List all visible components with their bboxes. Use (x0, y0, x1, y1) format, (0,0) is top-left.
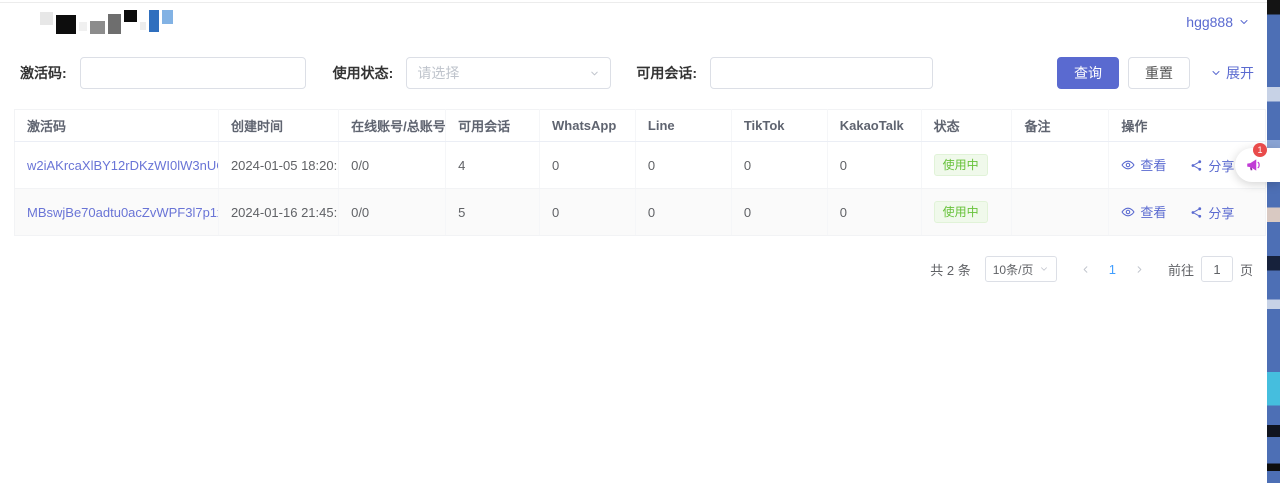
whatsapp-cell: 0 (540, 189, 636, 236)
app-logo (40, 10, 173, 34)
usage-status-label: 使用状态: (333, 63, 394, 83)
sessions-cell: 5 (446, 189, 540, 236)
tiktok-cell: 0 (731, 189, 827, 236)
tiktok-cell: 0 (731, 142, 827, 189)
eye-icon (1121, 158, 1135, 172)
col-created-time: 创建时间 (218, 110, 338, 142)
chevron-down-icon (1238, 16, 1250, 28)
line-cell: 0 (635, 189, 731, 236)
share-icon (1190, 206, 1203, 219)
chevron-down-icon (1039, 264, 1049, 274)
share-icon (1190, 159, 1203, 172)
col-tiktok: TikTok (731, 110, 827, 142)
view-button[interactable]: 查看 (1121, 155, 1166, 174)
line-cell: 0 (635, 142, 731, 189)
col-sessions: 可用会话 (446, 110, 540, 142)
notification-badge: 1 (1253, 143, 1267, 157)
page-unit-label: 页 (1240, 260, 1253, 279)
search-button[interactable]: 查询 (1057, 57, 1119, 89)
col-online-accounts: 在线账号/总账号 (339, 110, 446, 142)
activation-code-input[interactable] (80, 57, 306, 89)
sessions-label: 可用会话: (636, 63, 697, 83)
col-actions: 操作 (1109, 110, 1266, 142)
filter-bar: 激活码: 使用状态: 请选择 可用会话: 查询 重置 展开 (0, 42, 1280, 89)
prev-page-button[interactable] (1071, 264, 1100, 275)
share-label: 分享 (1208, 156, 1234, 175)
account-name: hgg888 (1186, 14, 1233, 30)
share-button[interactable]: 分享 (1190, 203, 1234, 222)
col-activation-code: 激活码 (15, 110, 219, 142)
screen-edge-artifact (1267, 0, 1280, 483)
share-button[interactable]: 分享 (1190, 156, 1234, 175)
announcement-button[interactable]: 1 (1235, 148, 1280, 182)
expand-toggle[interactable]: 展开 (1210, 63, 1254, 83)
chevron-down-icon (1210, 67, 1222, 79)
note-cell (1012, 142, 1109, 189)
eye-icon (1121, 205, 1135, 219)
next-page-button[interactable] (1125, 264, 1154, 275)
col-line: Line (635, 110, 731, 142)
col-kakaotalk: KakaoTalk (827, 110, 921, 142)
top-hairline (0, 2, 1280, 3)
view-button[interactable]: 查看 (1121, 202, 1166, 221)
view-label: 查看 (1140, 155, 1166, 174)
expand-label: 展开 (1226, 63, 1254, 83)
table-row: w2iAKrcaXlBY12rDKzWI0lW3nUCpB8OG 2024-01… (15, 142, 1266, 189)
reset-button[interactable]: 重置 (1128, 57, 1190, 89)
usage-status-placeholder: 请选择 (417, 63, 459, 83)
status-badge: 使用中 (934, 201, 988, 223)
page-size-select[interactable]: 10条/页 (985, 256, 1057, 282)
whatsapp-cell: 0 (540, 142, 636, 189)
pagination-total: 共 2 条 (930, 260, 970, 279)
sessions-cell: 4 (446, 142, 540, 189)
megaphone-icon (1245, 156, 1263, 174)
pagination: 共 2 条 10条/页 1 前往 页 (0, 256, 1253, 282)
created-time-cell: 2024-01-05 18:20:57 (218, 142, 338, 189)
goto-label: 前往 (1168, 260, 1194, 279)
account-menu[interactable]: hgg888 (1186, 14, 1250, 30)
activation-code-link[interactable]: w2iAKrcaXlBY12rDKzWI0lW3nUCpB8OG (27, 158, 218, 173)
topbar: hgg888 (0, 0, 1280, 42)
activation-code-label: 激活码: (20, 63, 67, 83)
col-status: 状态 (921, 110, 1012, 142)
goto-page-input[interactable] (1201, 256, 1233, 282)
col-whatsapp: WhatsApp (540, 110, 636, 142)
accounts-cell: 0/0 (339, 142, 446, 189)
status-badge: 使用中 (934, 154, 988, 176)
page-size-value: 10条/页 (993, 261, 1034, 278)
page-number-1[interactable]: 1 (1100, 262, 1125, 277)
table-header-row: 激活码 创建时间 在线账号/总账号 可用会话 WhatsApp Line Tik… (15, 110, 1266, 142)
accounts-cell: 0/0 (339, 189, 446, 236)
kakaotalk-cell: 0 (827, 189, 921, 236)
usage-status-select[interactable]: 请选择 (406, 57, 611, 89)
view-label: 查看 (1140, 202, 1166, 221)
kakaotalk-cell: 0 (827, 142, 921, 189)
col-note: 备注 (1012, 110, 1109, 142)
activation-codes-table: 激活码 创建时间 在线账号/总账号 可用会话 WhatsApp Line Tik… (14, 109, 1266, 236)
note-cell (1012, 189, 1109, 236)
created-time-cell: 2024-01-16 21:45:59 (218, 189, 338, 236)
table-row: MBswjBe70adtu0acZvWPF3l7p1xqXgoG 2024-01… (15, 189, 1266, 236)
chevron-down-icon (589, 68, 600, 79)
filter-actions: 查询 重置 展开 (1057, 57, 1254, 89)
share-label: 分享 (1208, 203, 1234, 222)
sessions-input[interactable] (710, 57, 933, 89)
activation-code-link[interactable]: MBswjBe70adtu0acZvWPF3l7p1xqXgoG (27, 205, 218, 220)
